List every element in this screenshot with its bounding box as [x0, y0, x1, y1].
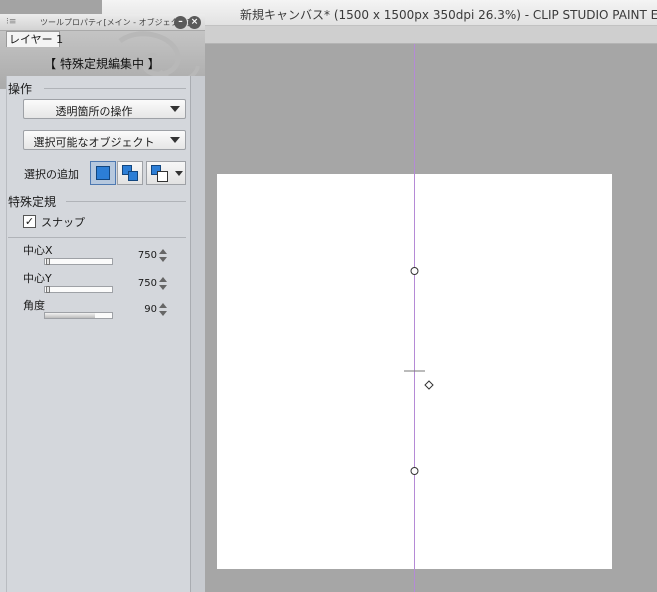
chevron-down-icon[interactable]: [175, 171, 183, 176]
window-title: 新規キャンバス* (1500 x 1500px 350dpi 26.3%) - …: [240, 8, 657, 22]
selection-add-label: 選択の追加: [24, 168, 79, 181]
close-icon[interactable]: ×: [188, 16, 201, 29]
center-y-stepper[interactable]: [159, 277, 168, 291]
dropdown-value: 選択可能なオブジェクト: [33, 136, 155, 149]
section-operation-label: 操作: [8, 82, 33, 96]
section-special-ruler-label: 特殊定規: [8, 195, 57, 209]
center-y-value[interactable]: 750: [130, 278, 157, 289]
spin-down-icon[interactable]: [159, 311, 167, 316]
canvas-area[interactable]: [205, 44, 657, 592]
toggle-selection-icon: [157, 171, 168, 182]
minimize-icon[interactable]: –: [174, 16, 187, 29]
slider-knob[interactable]: [46, 258, 50, 265]
chevron-down-icon: [170, 106, 180, 112]
new-selection-button[interactable]: [90, 161, 116, 185]
layer-tab[interactable]: レイヤー 1: [6, 31, 63, 47]
center-x-slider[interactable]: [44, 258, 113, 265]
spin-up-icon[interactable]: [159, 303, 167, 308]
panel-grip-icon[interactable]: ⁝≡: [6, 17, 16, 27]
section-divider: [8, 237, 186, 238]
center-x-value[interactable]: 750: [130, 250, 157, 261]
spin-up-icon[interactable]: [159, 249, 167, 254]
add-selection-icon: [128, 171, 138, 181]
section-divider: [44, 88, 186, 89]
chevron-down-icon: [170, 137, 180, 143]
panel-scrollbar[interactable]: [190, 76, 205, 592]
selectable-object-dropdown[interactable]: 選択可能なオブジェクト: [23, 130, 186, 150]
ruler-angle-handle[interactable]: [424, 380, 434, 390]
tool-property-panel: ⁝≡ ツールプロパティ[メイン - オブジェクト] – × レイヤー 1 【 特…: [0, 14, 205, 592]
slider-knob[interactable]: [46, 286, 50, 293]
section-divider: [66, 201, 186, 202]
ruler-handles: [404, 267, 434, 475]
snap-label: スナップ: [41, 216, 85, 229]
new-selection-icon: [96, 166, 110, 180]
angle-slider[interactable]: [44, 312, 113, 319]
spin-down-icon[interactable]: [159, 257, 167, 262]
panel-titlebar[interactable]: ⁝≡ ツールプロパティ[メイン - オブジェクト] – ×: [0, 14, 205, 31]
spin-up-icon[interactable]: [159, 277, 167, 282]
command-bar-strip: [205, 26, 657, 44]
snap-checkbox[interactable]: ✓: [23, 215, 36, 228]
center-x-label: 中心X: [23, 244, 53, 257]
ruler-handle-top[interactable]: [410, 267, 419, 275]
spin-down-icon[interactable]: [159, 285, 167, 290]
transparent-operation-dropdown[interactable]: 透明箇所の操作: [23, 99, 186, 119]
center-y-slider[interactable]: [44, 286, 113, 293]
mode-title: 【 特殊定規編集中 】: [44, 57, 160, 71]
angle-label: 角度: [23, 299, 45, 312]
center-y-label: 中心Y: [23, 272, 52, 285]
center-x-stepper[interactable]: [159, 249, 168, 263]
ruler-handle-bottom[interactable]: [410, 467, 419, 475]
add-selection-button[interactable]: [117, 161, 143, 185]
dropdown-value: 透明箇所の操作: [55, 105, 133, 118]
panel-content: [6, 76, 190, 592]
panel-title: ツールプロパティ[メイン - オブジェクト]: [40, 18, 190, 27]
slider-fill: [45, 313, 95, 318]
check-icon: ✓: [24, 215, 35, 228]
angle-value[interactable]: 90: [130, 304, 157, 315]
angle-stepper[interactable]: [159, 303, 168, 317]
